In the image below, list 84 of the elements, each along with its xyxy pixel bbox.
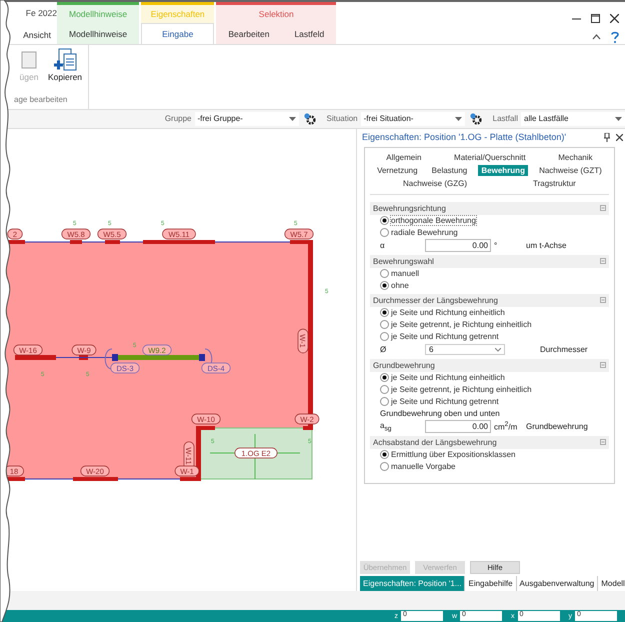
caret-icon bbox=[454, 116, 462, 121]
gear-icon[interactable] bbox=[304, 112, 316, 125]
radio-label[interactable]: je Seite getrennt, je Richtung einheitlich bbox=[391, 385, 532, 394]
radio-label[interactable]: ohne bbox=[391, 281, 409, 290]
caret-icon bbox=[615, 116, 622, 121]
radio-button[interactable] bbox=[380, 462, 389, 472]
radio-label[interactable]: je Seite und Richtung einheitlich bbox=[391, 373, 505, 382]
ribbon-tab[interactable]: Lastfeld bbox=[282, 23, 336, 44]
toolbar-label: Gruppe bbox=[164, 114, 192, 124]
toolbar-label: Lastfall bbox=[492, 114, 518, 124]
context-group-header: Selektion bbox=[216, 2, 336, 22]
radio-label[interactable]: Ermittlung über Expositionsklassen bbox=[391, 450, 516, 460]
radio-label[interactable]: orthogonale Bewehrung bbox=[391, 216, 476, 226]
radio-button[interactable] bbox=[380, 281, 389, 290]
section-header[interactable]: Bewehrungswahl bbox=[370, 254, 609, 268]
radio-label[interactable]: je Seite und Richtung einheitlich bbox=[391, 308, 505, 318]
close-icon[interactable] bbox=[610, 14, 619, 23]
radio-button[interactable] bbox=[380, 385, 389, 394]
property-tab[interactable]: Belastung bbox=[428, 164, 470, 176]
input-field[interactable]: 0.00 bbox=[425, 239, 491, 252]
radio-label[interactable]: je Seite getrennt, je Richtung einheitlich bbox=[391, 320, 532, 330]
field-description: um t-Achse bbox=[526, 241, 566, 250]
radio-button[interactable] bbox=[380, 308, 389, 318]
radio-button[interactable] bbox=[380, 320, 389, 330]
caret-icon bbox=[495, 348, 501, 352]
field-label: Ø bbox=[380, 345, 388, 354]
toolbar-label: Situation bbox=[326, 114, 358, 124]
section-header[interactable]: Bewehrungsrichtung bbox=[370, 202, 609, 215]
copy-icon bbox=[52, 48, 78, 72]
gear-icon[interactable] bbox=[470, 112, 482, 125]
radio-label[interactable]: radiale Bewehrung bbox=[391, 228, 458, 238]
property-tab[interactable]: Bewehrung bbox=[478, 164, 528, 176]
radio-button[interactable] bbox=[380, 269, 389, 278]
radio-button[interactable] bbox=[380, 450, 389, 460]
section-header[interactable]: Durchmesser der Längsbewehrung bbox=[370, 294, 609, 307]
property-tab[interactable]: Nachweise (GZT) bbox=[536, 164, 605, 176]
property-tab[interactable]: Tragstruktur bbox=[530, 178, 579, 189]
radio-label[interactable]: je Seite und Richtung getrennt bbox=[391, 332, 499, 342]
property-tab[interactable]: Mechanik bbox=[555, 152, 596, 163]
panel-tab[interactable]: Eigenschaften: Position '1... bbox=[360, 576, 466, 591]
input-field[interactable]: 0.00 bbox=[425, 420, 491, 434]
property-tab[interactable]: Material/Querschnitt bbox=[451, 152, 529, 163]
radio-button[interactable] bbox=[380, 228, 389, 238]
dropdown[interactable]: 6 bbox=[425, 344, 505, 356]
property-tab[interactable]: Nachweise (GZG) bbox=[400, 178, 470, 189]
radio-label[interactable]: je Seite und Richtung getrennt bbox=[391, 397, 499, 406]
field-label: α bbox=[380, 241, 386, 250]
field-description: Durchmesser bbox=[540, 345, 588, 354]
field-description: Grundbewehrung bbox=[526, 422, 588, 432]
field-caption: Grundbewehrung oben und unten bbox=[380, 409, 500, 418]
unit-label: ° bbox=[493, 241, 498, 250]
property-tab[interactable]: Vernetzung bbox=[374, 164, 421, 176]
dropdown[interactable]: -frei Situation- bbox=[360, 112, 465, 126]
maximize-icon[interactable] bbox=[591, 14, 600, 23]
context-group-header: Modellhinweise bbox=[57, 2, 140, 22]
property-tab[interactable]: Allgemein bbox=[383, 152, 424, 163]
ribbon-group-label: age bearbeiten bbox=[14, 94, 68, 106]
ribbon-tab[interactable]: Modellhinweise bbox=[57, 23, 140, 44]
panel-tab[interactable]: Ausgabenverwaltung bbox=[516, 576, 598, 591]
collapse-icon[interactable] bbox=[592, 34, 601, 40]
radio-button[interactable] bbox=[380, 397, 389, 406]
pin-icon[interactable] bbox=[604, 132, 610, 142]
ribbon-tab[interactable]: Bearbeiten bbox=[216, 23, 282, 44]
section-header[interactable]: Achsabstand der Längsbewehrung bbox=[370, 436, 609, 449]
radio-button[interactable] bbox=[380, 373, 389, 382]
ribbon-button[interactable]: Kopieren bbox=[46, 45, 84, 85]
ribbon-tab[interactable]: Ansicht bbox=[17, 25, 57, 44]
ribbon-tab[interactable]: Eingabe bbox=[141, 23, 214, 44]
app-title: Fe 2022 bbox=[24, 7, 57, 20]
radio-label[interactable]: manuell bbox=[391, 269, 420, 278]
panel-title: Eigenschaften: Position '1.OG - Platte (Stahlbeton)' bbox=[362, 132, 568, 142]
radio-button[interactable] bbox=[380, 216, 389, 226]
unit-label: cm$^{2}$/m bbox=[493, 421, 518, 432]
section-header[interactable]: Grundbewehrung bbox=[370, 358, 609, 372]
radio-label[interactable]: manuelle Vorgabe bbox=[391, 462, 456, 472]
context-group-header: Eigenschaften bbox=[141, 2, 214, 22]
help-icon[interactable] bbox=[611, 31, 619, 43]
dropdown[interactable]: -frei Gruppe- bbox=[194, 112, 298, 126]
field-label: a$_{sg}$ bbox=[380, 420, 392, 432]
close-icon[interactable] bbox=[616, 134, 623, 141]
dropdown[interactable]: alle Lastfälle bbox=[521, 112, 625, 126]
support-arc bbox=[104, 348, 112, 370]
radio-button[interactable] bbox=[380, 332, 389, 342]
caret-icon bbox=[288, 116, 296, 121]
